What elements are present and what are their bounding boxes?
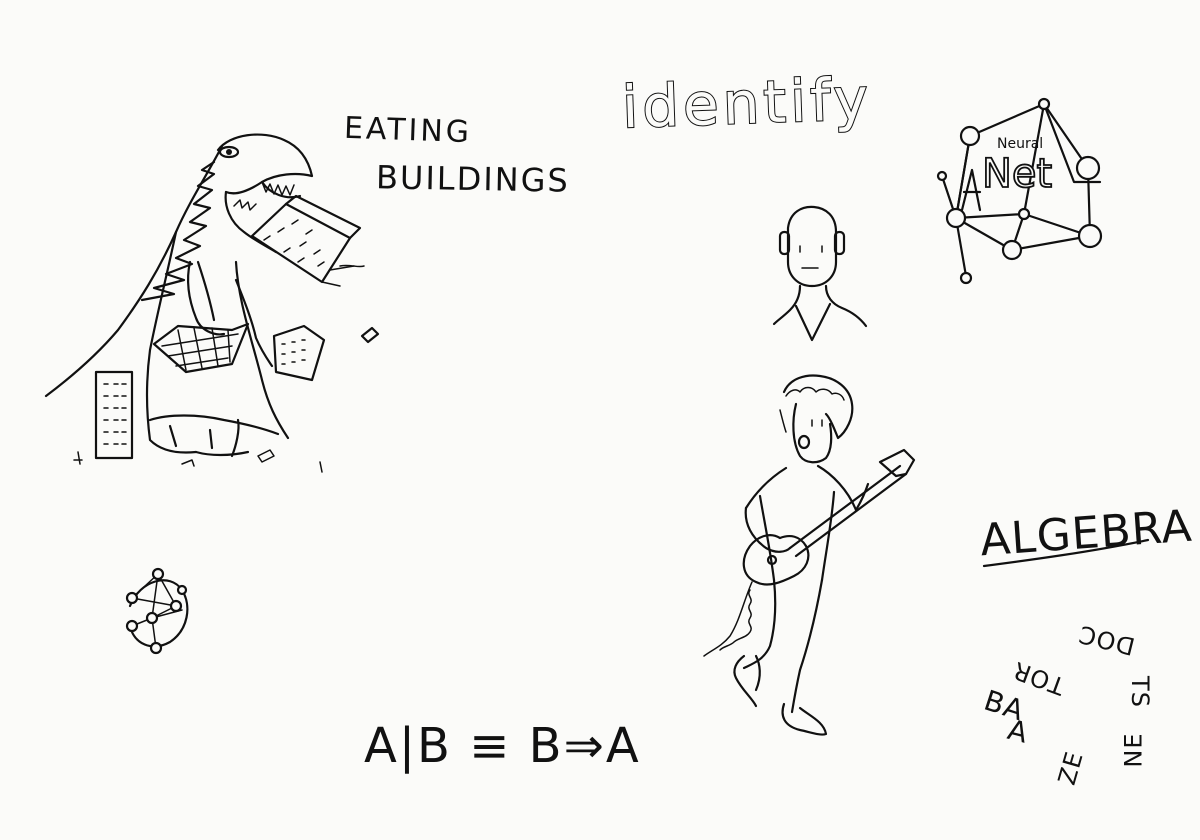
spiral-text-ts: TS bbox=[1125, 676, 1154, 708]
headphone-person-drawing bbox=[772, 205, 868, 342]
eating-label: EATING bbox=[343, 110, 473, 151]
identify-label: identify bbox=[620, 64, 874, 143]
small-graph-drawing bbox=[125, 567, 189, 655]
logic-formula: A|B ≡ B⇒A bbox=[364, 718, 641, 774]
neural-label: Neural bbox=[997, 136, 1044, 152]
guitar-player-drawing bbox=[703, 374, 916, 736]
dinosaur-eating-buildings-drawing bbox=[44, 133, 380, 473]
buildings-label: BUILDINGS bbox=[375, 158, 571, 200]
net-label: Net bbox=[981, 151, 1053, 197]
sketch-sheet: EATING BUILDINGS identify Neural Net ALG… bbox=[0, 0, 1200, 840]
spiral-text-ne: NE bbox=[1119, 732, 1148, 768]
